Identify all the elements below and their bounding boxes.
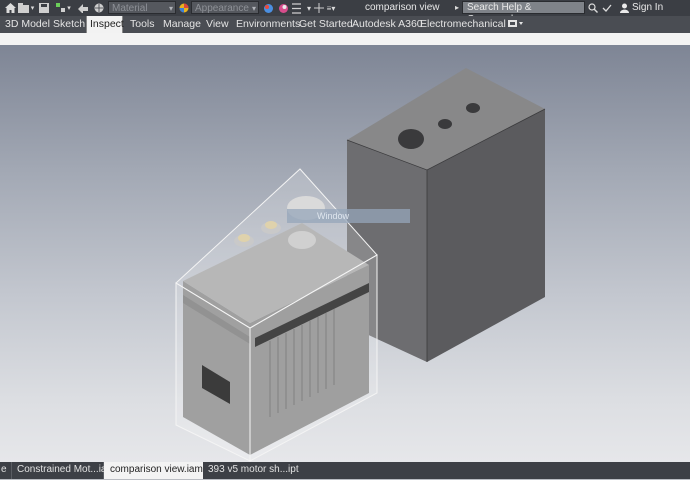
- undo-icon[interactable]: ▾: [53, 1, 73, 15]
- doc-tab-truncated[interactable]: e: [0, 462, 12, 479]
- document-title: comparison view: [365, 2, 440, 13]
- tab-3d-model[interactable]: 3D Model: [5, 16, 50, 33]
- tab-view[interactable]: View: [206, 16, 229, 33]
- help-icon[interactable]: [601, 1, 613, 15]
- model-scene: [175, 68, 546, 462]
- appearance-dropdown[interactable]: Appearance ▾: [191, 1, 259, 14]
- large-hole: [398, 129, 424, 149]
- globe-icon[interactable]: [93, 1, 105, 15]
- small-hole: [466, 103, 480, 113]
- graphics-viewport[interactable]: Window: [0, 45, 690, 462]
- title-bar: ▾ ▾ Material ▾ Appearance ▾ ▾ ≡▾ compariso…: [0, 0, 690, 25]
- ribbon-display-options-icon[interactable]: [508, 19, 523, 29]
- doc-tab-motor-shaft[interactable]: 393 v5 motor sh...ipt: [208, 462, 328, 479]
- doc-tab-comparison-view[interactable]: comparison view.iam: [104, 462, 203, 479]
- sign-in-button[interactable]: Sign In: [620, 2, 663, 13]
- clear-appearance-icon[interactable]: [277, 1, 289, 15]
- tab-inspect[interactable]: Inspect: [86, 16, 124, 34]
- customize-quick-access-icon[interactable]: ≡▾: [326, 1, 336, 15]
- tab-sketch[interactable]: Sketch: [53, 16, 85, 33]
- divider: [0, 479, 690, 480]
- tab-autodesk-a360[interactable]: Autodesk A360: [352, 16, 423, 33]
- open-file-icon[interactable]: ▾: [17, 1, 35, 15]
- home-icon[interactable]: [3, 1, 17, 15]
- save-icon[interactable]: [38, 1, 50, 15]
- document-tab-bar: e Constrained Mot...iam comparison view.…: [0, 462, 690, 479]
- crosshair-icon[interactable]: [313, 1, 325, 15]
- tab-electromechanical[interactable]: Electromechanical: [420, 16, 506, 33]
- material-dropdown[interactable]: Material ▾: [108, 1, 176, 14]
- search-expand-icon[interactable]: ▸: [455, 2, 459, 14]
- search-input[interactable]: ▸ Search Help & Commands...: [455, 1, 585, 25]
- tab-tools[interactable]: Tools: [130, 16, 155, 33]
- tab-manage[interactable]: Manage: [163, 16, 201, 33]
- appearance-icon: [178, 1, 190, 15]
- tab-environments[interactable]: Environments: [236, 16, 300, 33]
- search-icon[interactable]: [587, 1, 599, 15]
- hover-tooltip: Window: [287, 209, 410, 223]
- medium-hole: [438, 119, 452, 129]
- doc-tab-constrained-motor[interactable]: Constrained Mot...iam: [12, 462, 115, 479]
- parameters-icon[interactable]: [290, 1, 302, 15]
- status-bar: [0, 479, 690, 500]
- adjust-color-icon[interactable]: [262, 1, 274, 15]
- redo-icon[interactable]: [77, 1, 89, 15]
- ribbon-tab-bar: 3D Model Sketch Inspect Tools Manage Vie…: [0, 16, 690, 34]
- user-icon: [620, 3, 629, 13]
- tab-get-started[interactable]: Get Started: [299, 16, 353, 33]
